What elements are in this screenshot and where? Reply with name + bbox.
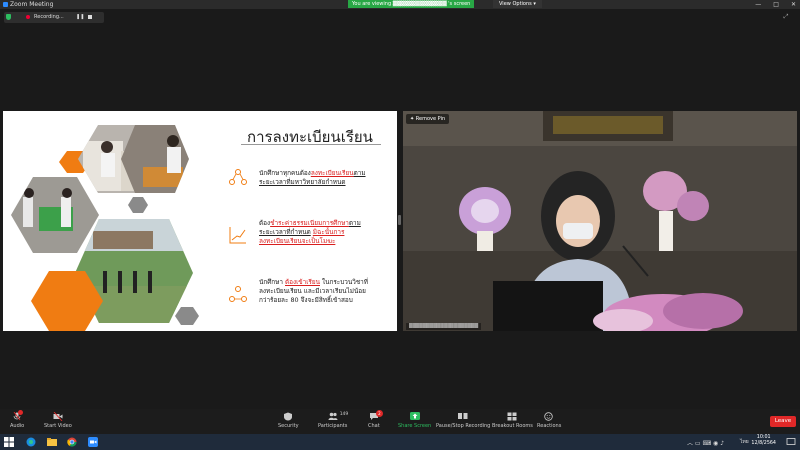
slide-point-attendance: นักศึกษา ต้องเข้าเรียน ในกระบวนวิชาที่ ลง… <box>259 278 394 305</box>
chat-label: Chat <box>368 423 380 429</box>
stop-recording-button[interactable] <box>88 15 92 19</box>
slide-text-segment: ลงทะเบียนเรียนจะเป็นโมฆะ <box>259 237 336 245</box>
people-network-icon <box>229 286 247 302</box>
pinned-video[interactable] <box>403 111 797 331</box>
zoom-logo-icon <box>3 2 8 7</box>
audio-button[interactable]: Audio <box>10 410 25 429</box>
meeting-toolbar: Audio Start Video Security 149 Participa… <box>0 409 800 434</box>
share-screen-label: Share Screen <box>398 423 432 429</box>
breakout-rooms-button[interactable]: Breakout Rooms <box>492 412 533 429</box>
video-camera-icon <box>53 411 63 422</box>
recording-dot-icon <box>26 15 30 19</box>
chat-badge: 2 <box>375 410 383 417</box>
close-button[interactable]: ✕ <box>791 0 796 9</box>
slide-point-fees: ต้องชำระค่าธรรมเนียมการศึกษาตามระยะเวลาท… <box>259 219 394 246</box>
start-video-button[interactable]: Start Video <box>44 411 72 429</box>
file-explorer-icon[interactable] <box>47 437 57 447</box>
splitter-handle[interactable] <box>398 215 401 225</box>
security-button[interactable]: Security <box>278 412 299 429</box>
participants-button[interactable]: 149 Participants <box>318 412 348 429</box>
audio-label: Audio <box>10 423 25 429</box>
slide-text-segment: ลงทะเบียนเรียน <box>310 169 354 177</box>
taskbar-clock[interactable]: 10:01 12/8/2564 <box>751 435 776 447</box>
smiley-plus-icon <box>544 412 554 421</box>
app-title: Zoom Meeting <box>3 0 53 9</box>
participant-name-label: ▒▒▒▒▒▒▒▒▒▒▒▒▒▒▒▒▒▒▒▒ <box>406 323 482 330</box>
share-screen-button[interactable]: Share Screen <box>398 412 431 429</box>
slide-text-segment: มิฉะนั้นการ <box>312 228 345 236</box>
security-shield-icon <box>6 14 11 20</box>
participants-label: Participants <box>318 423 348 429</box>
system-tray-icons[interactable]: ︿ ▭ ⌨ ◉ ♪ <box>687 438 724 447</box>
slide-text-segment: ต้องเข้าเรียน <box>285 278 320 286</box>
fullscreen-icon[interactable]: ⤢ <box>776 12 796 22</box>
edge-browser-icon[interactable] <box>26 437 36 447</box>
viewing-banner-suffix: 's screen <box>448 1 471 7</box>
chat-icon: 2 <box>369 410 383 421</box>
slide-text-segment: นักศึกษา <box>259 278 285 286</box>
remove-pin-button[interactable]: ✦ Remove Pin <box>406 114 450 124</box>
security-label: Security <box>278 423 299 429</box>
slide-text-segment: ลงทะเบียนเรียน และมีเวลาเรียนไม่น้อย <box>259 287 366 295</box>
recording-indicator: Recording... ❚❚ <box>4 12 104 23</box>
participants-icon: 149 <box>328 412 348 421</box>
slide-text-segment: ชำระค่าธรรมเนียมการศึกษา <box>270 219 349 227</box>
chat-button[interactable]: 2 Chat <box>368 410 383 429</box>
window-controls: — □ ✕ <box>755 0 796 9</box>
remove-pin-label: Remove Pin <box>415 116 446 122</box>
hexagon-photo-collage <box>11 125 199 331</box>
windows-start-icon[interactable] <box>4 437 14 447</box>
view-options-button[interactable]: View Options ▾ <box>493 0 542 8</box>
slide-point-registration: นักศึกษาทุกคนต้องลงทะเบียนเรียนตามระยะเว… <box>259 169 394 187</box>
share-screen-icon <box>409 412 420 421</box>
slide-text-segment: ตาม <box>353 169 366 177</box>
pause-stop-recording-button[interactable]: Pause/Stop Recording <box>436 412 490 429</box>
participants-count: 149 <box>339 412 349 417</box>
slide-text-segment: ต้อง <box>259 219 271 227</box>
window-title: Zoom Meeting <box>10 1 54 8</box>
zoom-app-icon[interactable] <box>88 437 98 447</box>
shared-slide: การลงทะเบียนเรียน นักศึกษาทุกคนต้องลงทะเ… <box>3 111 397 331</box>
growth-chart-icon <box>229 227 246 244</box>
audio-alert-badge <box>18 410 24 415</box>
slide-text-segment: กว่าร้อยละ 80 จึงจะมีสิทธิ์เข้าสอบ <box>259 296 353 304</box>
reactions-button[interactable]: Reactions <box>537 412 561 429</box>
people-network-icon <box>229 169 247 185</box>
windows-taskbar: ︿ ▭ ⌨ ◉ ♪ ไทย 10:01 12/8/2564 <box>0 434 800 450</box>
breakout-rooms-label: Breakout Rooms <box>492 423 533 429</box>
speaker-video-frame <box>403 111 797 331</box>
pause-recording-button[interactable]: ❚❚ <box>76 12 84 23</box>
input-language[interactable]: ไทย <box>740 438 749 446</box>
breakout-rooms-icon <box>507 412 517 421</box>
slide-text-segment: ระยะเวลาที่กำหนด <box>259 228 311 236</box>
recording-label: Recording... <box>34 14 64 20</box>
microphone-icon <box>12 410 24 421</box>
clock-date: 12/8/2564 <box>751 441 776 446</box>
chrome-browser-icon[interactable] <box>67 437 77 447</box>
slide-title: การลงทะเบียนเรียน <box>247 128 373 146</box>
shield-icon <box>283 412 293 421</box>
start-video-label: Start Video <box>44 423 72 429</box>
slide-text-segment: ในกระบวนวิชาที่ <box>319 278 368 286</box>
notification-icon[interactable] <box>786 437 796 447</box>
slide-text-segment: นักศึกษาทุกคนต้อง <box>259 169 311 177</box>
slide-text-segment: ตาม <box>348 219 361 227</box>
maximize-button[interactable]: □ <box>773 0 779 9</box>
viewing-banner-prefix: You are viewing <box>352 1 392 7</box>
minimize-button[interactable]: — <box>755 0 761 9</box>
pause-stop-icon <box>458 412 468 421</box>
reactions-label: Reactions <box>537 423 562 429</box>
title-underline <box>241 144 381 145</box>
viewing-banner: You are viewing ▓▓▓▓▓▓▓▓▓▓▓▓▓▓ 's screen <box>348 0 475 8</box>
pause-stop-recording-label: Pause/Stop Recording <box>436 423 491 429</box>
leave-meeting-button[interactable]: Leave <box>770 416 796 427</box>
slide-text-segment: ระยะเวลาที่มหาวิทยาลัยกำหนด <box>259 178 346 186</box>
